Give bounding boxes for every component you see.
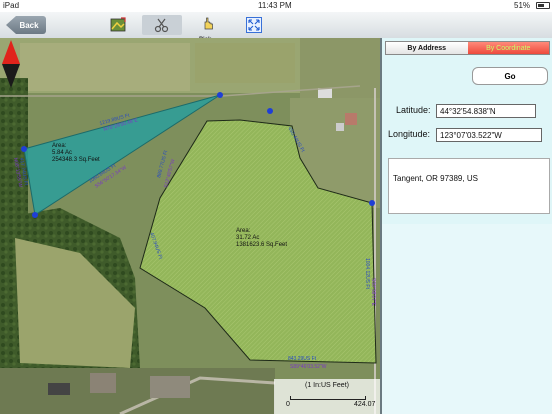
field-area-title: Area: — [236, 228, 251, 234]
battery-percent: 51% — [514, 1, 531, 10]
svg-text:S00°38'07"E: S00°38'07"E — [370, 278, 376, 307]
longitude-field[interactable]: 123°07'03.522"W — [436, 128, 542, 142]
map-canvas[interactable]: 1219.88US Ft N75°29'50.48"E 1060.64US Ft… — [0, 38, 380, 414]
triangle-area-acres: 5.84 Ac — [52, 150, 73, 156]
scale-end: 424.07 — [354, 401, 376, 408]
svg-text:843.29US Ft: 843.29US Ft — [288, 356, 317, 362]
triangle-area-label: Area: 5.84 Ac 254348.3 Sq.Feet — [52, 143, 100, 164]
panel-lower-area — [382, 224, 552, 414]
status-bar: iPad 11:43 PM 51% — [0, 0, 552, 12]
scissors-tool-button[interactable] — [142, 15, 182, 35]
scale-bar: (1 In:US Feet) 0 424.07 — [274, 379, 380, 414]
field-area-sqfeet: 1381623.6 Sq.Feet — [236, 242, 288, 248]
tab-by-address[interactable]: By Address — [386, 42, 468, 54]
compass-icon — [2, 40, 20, 88]
toolbar: Back Pick — [0, 12, 552, 43]
fullscreen-icon[interactable] — [244, 15, 264, 35]
pick-hand-icon[interactable] — [198, 13, 218, 33]
triangle-area-title: Area: — [52, 143, 67, 149]
search-panel: By Address By Coordinate Go Latitude: 44… — [380, 38, 552, 414]
go-button[interactable]: Go — [472, 67, 548, 85]
back-button[interactable]: Back — [6, 16, 46, 34]
scale-line — [290, 396, 366, 400]
scale-zero: 0 — [286, 401, 290, 408]
latitude-label: Latitude: — [396, 105, 431, 115]
satellite-map[interactable]: 1219.88US Ft N75°29'50.48"E 1060.64US Ft… — [0, 38, 380, 414]
map-layer-icon[interactable] — [108, 15, 128, 35]
scissors-icon — [154, 18, 169, 33]
search-mode-toggle: By Address By Coordinate — [385, 41, 550, 55]
longitude-label: Longitude: — [388, 129, 431, 139]
field-area-label: Area: 31.72 Ac 1381623.6 Sq.Feet — [236, 228, 287, 249]
status-time: 11:43 PM — [258, 1, 292, 10]
tab-by-coordinate[interactable]: By Coordinate — [467, 42, 549, 54]
field-area-acres: 31.72 Ac — [236, 235, 260, 241]
address-result: Tangent, OR 97389, US — [388, 158, 550, 214]
latitude-field[interactable]: 44°32'54.838"N — [436, 104, 536, 118]
device-name: iPad — [3, 1, 20, 10]
svg-text:S89°46'03.52"W: S89°46'03.52"W — [290, 364, 327, 370]
scale-title: (1 In:US Feet) — [305, 382, 349, 389]
svg-text:1004.12US Ft: 1004.12US Ft — [364, 258, 370, 289]
triangle-area-sqfeet: 254348.3 Sq.Feet — [52, 157, 100, 163]
battery-icon — [536, 2, 550, 9]
